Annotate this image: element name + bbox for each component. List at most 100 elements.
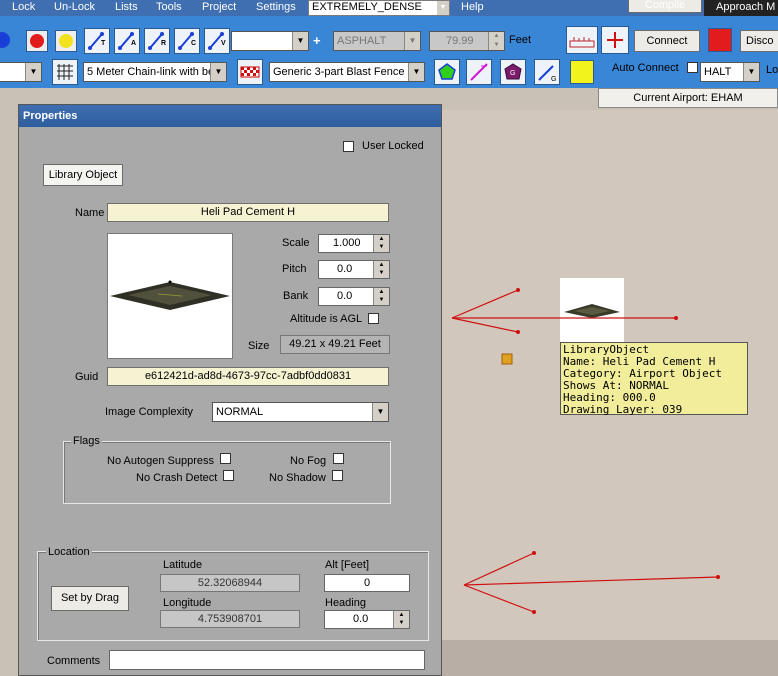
alt-label: Alt [Feet] xyxy=(325,559,370,571)
no-autogen-label: No Autogen Suppress xyxy=(107,455,215,467)
orange-marker-icon[interactable] xyxy=(501,353,513,365)
fence-select[interactable]: 5 Meter Chain-link with ber ▼ xyxy=(83,62,227,82)
compile-button[interactable]: Compile xyxy=(628,0,702,13)
density-value: EXTREMELY_DENSE xyxy=(312,1,422,13)
gate-button[interactable]: G xyxy=(500,59,526,85)
menu-tools[interactable]: Tools xyxy=(156,1,182,13)
scale-stepper[interactable]: 1.000 ▲ ▼ xyxy=(318,234,390,253)
object-preview-image xyxy=(107,233,233,359)
name-field[interactable]: Heli Pad Cement H xyxy=(107,203,389,222)
stepper-arrows-icon[interactable]: ▲ ▼ xyxy=(373,261,389,278)
menu-project[interactable]: Project xyxy=(202,1,236,13)
polygon-icon xyxy=(438,63,456,80)
menu-help[interactable]: Help xyxy=(461,1,484,13)
crosshair-button[interactable] xyxy=(601,26,629,54)
set-by-drag-button[interactable]: Set by Drag xyxy=(51,586,129,611)
ruler-button[interactable] xyxy=(566,26,598,54)
chevron-down-icon: ▼ xyxy=(408,63,424,81)
magenta-line-icon xyxy=(470,63,488,81)
unit-label: Feet xyxy=(509,34,532,46)
scale-label: Scale xyxy=(282,237,310,249)
blue-circle-tool-icon[interactable] xyxy=(0,32,10,48)
line-tool-v-button[interactable]: V xyxy=(204,28,230,54)
chevron-down-icon: ▼ xyxy=(292,32,308,50)
layer-select[interactable]: ▼ xyxy=(0,62,42,82)
flags-label: Flags xyxy=(71,435,102,447)
lo-label: Lo xyxy=(766,64,778,76)
menu-unlock[interactable]: Un-Lock xyxy=(54,1,95,13)
number-stepper[interactable]: 79.99 ▲ ▼ xyxy=(429,31,505,51)
guid-field[interactable]: e612421d-ad8d-4673-97cc-7adbf0dd0831 xyxy=(107,367,389,386)
yellow-circle-icon xyxy=(59,34,73,48)
line-tool-r-button[interactable]: R xyxy=(144,28,170,54)
density-select[interactable]: EXTREMELY_DENSE ▼ xyxy=(308,0,450,16)
svg-text:G: G xyxy=(510,70,515,77)
no-crash-checkbox[interactable] xyxy=(223,470,234,481)
bank-label: Bank xyxy=(283,290,309,302)
no-shadow-checkbox[interactable] xyxy=(332,470,343,481)
helipad-preview-icon xyxy=(110,280,230,310)
latitude-value: 52.32068944 xyxy=(160,574,300,592)
chevron-down-icon: ▼ xyxy=(25,63,41,81)
heading-value: 0.0 xyxy=(353,613,369,625)
no-fog-checkbox[interactable] xyxy=(333,453,344,464)
disconnect-button[interactable]: Disco xyxy=(740,30,778,52)
fence-value: 5 Meter Chain-link with ber xyxy=(87,66,218,78)
line-tool-c-button[interactable]: C xyxy=(174,28,200,54)
complexity-label: Image Complexity xyxy=(105,406,194,418)
surface-value: ASPHALT xyxy=(337,35,387,47)
object-tooltip: LibraryObject Name: Heli Pad Cement H Ca… xyxy=(560,342,748,416)
style-select[interactable]: ▼ xyxy=(231,31,309,51)
no-fog-label: No Fog xyxy=(290,455,327,467)
svg-text:G: G xyxy=(551,76,556,83)
surface2-select[interactable]: HALT ▼ xyxy=(700,62,760,82)
stop-red-button[interactable] xyxy=(708,28,732,52)
menu-settings[interactable]: Settings xyxy=(256,1,296,13)
gate-line-button[interactable]: G xyxy=(534,59,560,85)
gate-icon: G xyxy=(504,63,522,80)
no-autogen-checkbox[interactable] xyxy=(220,453,231,464)
library-object-button[interactable]: Library Object xyxy=(43,164,123,186)
dialog-title: Properties xyxy=(19,105,441,127)
polygon-button[interactable] xyxy=(434,59,460,85)
user-locked-checkbox[interactable] xyxy=(343,141,354,152)
red-circle-icon xyxy=(30,34,44,48)
blast-fence-value: Generic 3-part Blast Fence xyxy=(273,66,405,78)
yellow-circle-tool-button[interactable] xyxy=(55,30,77,52)
chevron-down-icon: ▼ xyxy=(437,1,449,15)
line-tool-a-button[interactable]: A xyxy=(114,28,140,54)
current-airport-label: Current Airport: EHAM xyxy=(598,88,778,108)
user-locked-label: User Locked xyxy=(362,140,424,152)
auto-connect-checkbox[interactable] xyxy=(687,62,698,73)
longitude-label: Longitude xyxy=(163,597,212,609)
surface2-value: HALT xyxy=(704,66,732,78)
pitch-stepper[interactable]: 0.0 ▲ ▼ xyxy=(318,260,390,279)
red-circle-tool-button[interactable] xyxy=(26,30,48,52)
complexity-select[interactable]: NORMAL ▼ xyxy=(212,402,389,422)
surface-select[interactable]: ASPHALT ▼ xyxy=(333,31,421,51)
name-label: Name xyxy=(75,207,105,219)
grid-icon xyxy=(57,64,73,80)
stepper-arrows-icon[interactable]: ▲ ▼ xyxy=(393,611,409,628)
alt-field[interactable]: 0 xyxy=(324,574,410,592)
menu-lock[interactable]: Lock xyxy=(12,1,35,13)
connect-button[interactable]: Connect xyxy=(634,30,700,52)
comments-field[interactable] xyxy=(109,650,425,670)
grid-button[interactable] xyxy=(52,59,78,85)
number-value: 79.99 xyxy=(446,35,474,47)
menu-lists[interactable]: Lists xyxy=(115,1,138,13)
line-tool-t-button[interactable]: T xyxy=(84,28,110,54)
stepper-arrows-icon[interactable]: ▲ ▼ xyxy=(373,288,389,305)
blast-fence-select[interactable]: Generic 3-part Blast Fence ▼ xyxy=(269,62,425,82)
agl-checkbox[interactable] xyxy=(368,313,379,324)
chevron-down-icon: ▼ xyxy=(404,32,420,50)
ruler-icon xyxy=(569,37,595,48)
comments-label: Comments xyxy=(47,655,101,667)
approach-button[interactable]: Approach M xyxy=(704,0,778,16)
magenta-line-button[interactable] xyxy=(466,59,492,85)
heading-stepper[interactable]: 0.0 ▲ ▼ xyxy=(324,610,410,629)
bank-stepper[interactable]: 0.0 ▲ ▼ xyxy=(318,287,390,306)
yellow-square-button[interactable] xyxy=(570,60,594,84)
checker-pattern-button[interactable] xyxy=(237,59,263,85)
stepper-arrows-icon[interactable]: ▲ ▼ xyxy=(373,235,389,252)
